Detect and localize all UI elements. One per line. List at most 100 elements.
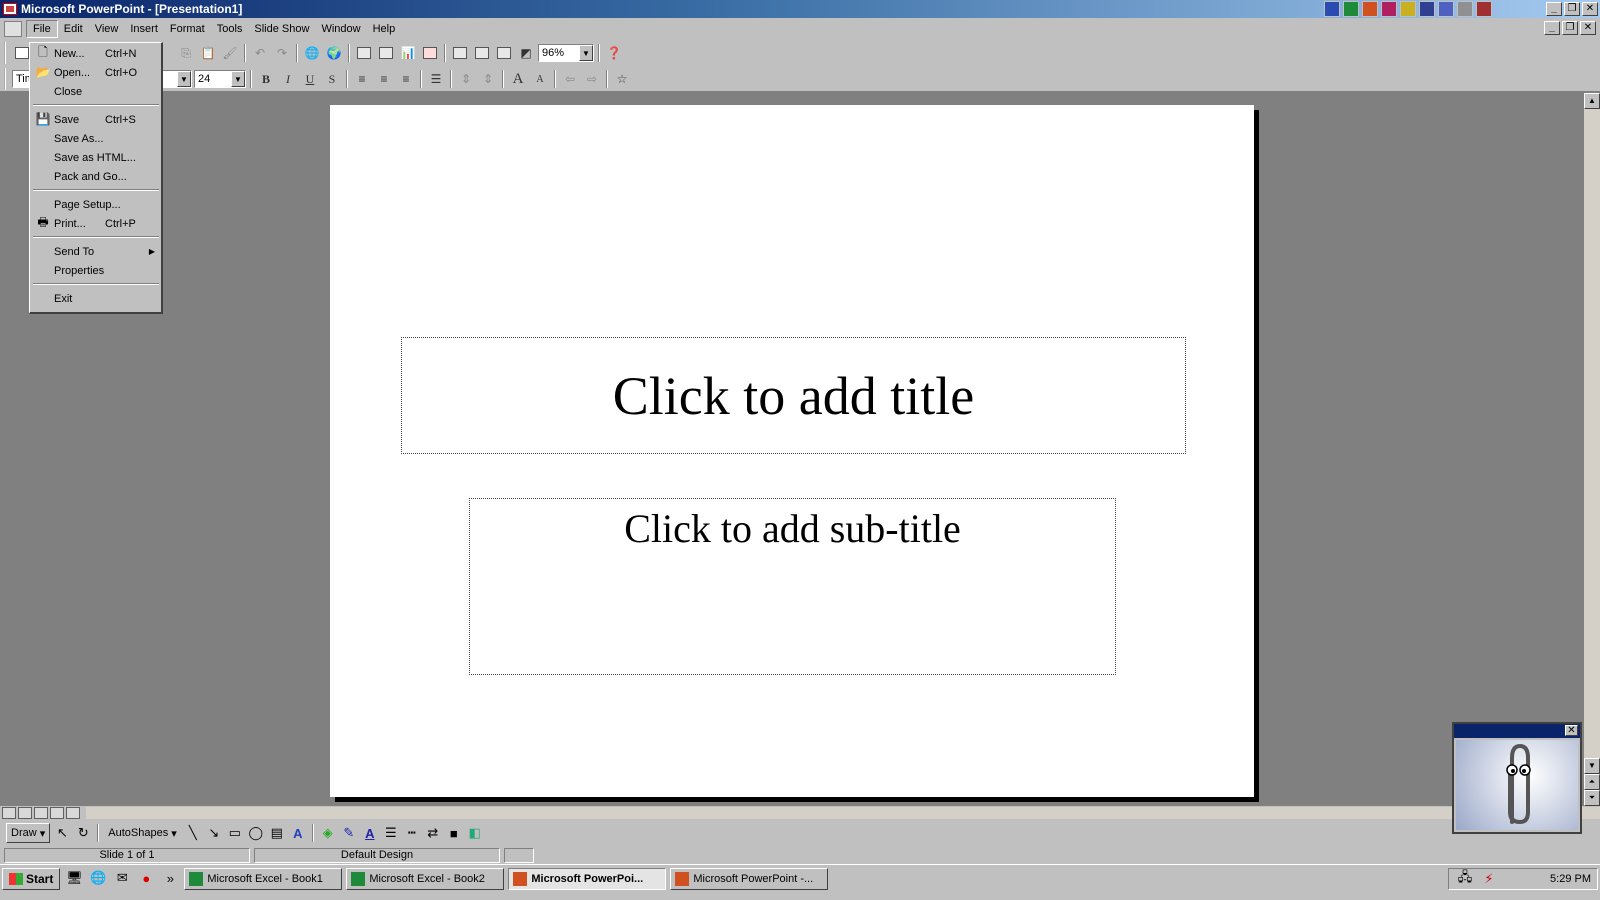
- insert-hyperlink-icon[interactable]: 🌐: [302, 43, 322, 63]
- horizontal-scrollbar[interactable]: [86, 807, 1600, 819]
- line-icon[interactable]: ╲: [184, 824, 202, 842]
- file-menu-send-to[interactable]: Send To ▶: [31, 242, 161, 261]
- decrease-paragraph-spacing-icon[interactable]: ⇕: [478, 69, 498, 89]
- outlook-express-icon[interactable]: ✉: [112, 868, 132, 888]
- decrease-font-size-icon[interactable]: A: [530, 69, 550, 89]
- file-menu-save[interactable]: 💾 Save Ctrl+S: [31, 110, 161, 129]
- opera-icon[interactable]: ●: [136, 868, 156, 888]
- font-color-icon[interactable]: A: [361, 824, 379, 842]
- vertical-scrollbar[interactable]: ▲ ▼ ⏶ ⏷: [1584, 93, 1600, 806]
- autoshapes-menu-button[interactable]: AutoShapes ▾: [104, 823, 181, 843]
- doc-restore-button[interactable]: ❐: [1562, 21, 1578, 35]
- rectangle-icon[interactable]: ▭: [226, 824, 244, 842]
- file-menu-exit[interactable]: Exit: [31, 289, 161, 308]
- tools-icon[interactable]: [1476, 1, 1492, 17]
- increase-font-size-icon[interactable]: A: [508, 69, 528, 89]
- publisher-icon[interactable]: [1438, 1, 1454, 17]
- word-icon[interactable]: [1324, 1, 1340, 17]
- format-painter-icon[interactable]: 🖌: [220, 43, 240, 63]
- network-tray-icon[interactable]: 🖧: [1455, 869, 1475, 889]
- assistant-close-button[interactable]: ✕: [1565, 725, 1578, 736]
- line-style-icon[interactable]: ☰: [382, 824, 400, 842]
- font-size-dropdown-arrow-icon[interactable]: ▼: [231, 71, 245, 87]
- free-rotate-icon[interactable]: ↻: [74, 824, 92, 842]
- menu-format[interactable]: Format: [164, 21, 211, 37]
- file-menu-properties[interactable]: Properties: [31, 261, 161, 280]
- office-assistant[interactable]: ✕: [1452, 722, 1582, 834]
- access-icon[interactable]: [1381, 1, 1397, 17]
- increase-paragraph-spacing-icon[interactable]: ⇕: [456, 69, 476, 89]
- help-icon[interactable]: ❓: [604, 43, 624, 63]
- doc-close-button[interactable]: ✕: [1580, 21, 1596, 35]
- center-icon[interactable]: ≡: [374, 69, 394, 89]
- normal-view-icon[interactable]: [2, 807, 16, 819]
- powerpoint-app-icon[interactable]: [3, 3, 17, 15]
- task-powerpoint-other[interactable]: Microsoft PowerPoint -...: [670, 868, 829, 890]
- powerpoint-icon[interactable]: [1362, 1, 1378, 17]
- file-menu-save-as-html[interactable]: Save as HTML...: [31, 148, 161, 167]
- next-slide-icon[interactable]: ⏷: [1584, 790, 1600, 806]
- align-left-icon[interactable]: ≡: [352, 69, 372, 89]
- slide-show-icon[interactable]: [66, 807, 80, 819]
- menu-tools[interactable]: Tools: [211, 21, 249, 37]
- task-excel-book2[interactable]: Microsoft Excel - Book2: [346, 868, 505, 890]
- outlook-icon[interactable]: [1400, 1, 1416, 17]
- font-name-dropdown-arrow-icon[interactable]: ▼: [177, 71, 191, 87]
- select-objects-icon[interactable]: ↖: [53, 824, 71, 842]
- 3d-icon[interactable]: ◧: [466, 824, 484, 842]
- subtitle-placeholder[interactable]: Click to add sub-title: [469, 498, 1116, 675]
- internet-explorer-icon[interactable]: 🌐: [88, 868, 108, 888]
- scroll-down-icon[interactable]: ▼: [1584, 758, 1600, 774]
- excel-icon[interactable]: [1343, 1, 1359, 17]
- slide-sorter-view-icon[interactable]: [50, 807, 64, 819]
- file-menu-page-setup[interactable]: Page Setup...: [31, 195, 161, 214]
- align-right-icon[interactable]: ≡: [396, 69, 416, 89]
- show-desktop-icon[interactable]: 🖥: [64, 868, 84, 888]
- new-slide-icon[interactable]: [450, 43, 470, 63]
- document-icon[interactable]: [4, 21, 22, 37]
- zoom-dropdown-arrow-icon[interactable]: ▼: [579, 45, 593, 61]
- arrow-style-icon[interactable]: ⇄: [424, 824, 442, 842]
- insert-word-table-icon[interactable]: [354, 43, 374, 63]
- outline-view-icon[interactable]: [18, 807, 32, 819]
- insert-chart-icon[interactable]: 📊: [398, 43, 418, 63]
- zoom-select[interactable]: 96% ▼: [538, 44, 594, 62]
- explorer-icon[interactable]: [1457, 1, 1473, 17]
- previous-slide-icon[interactable]: ⏶: [1584, 774, 1600, 790]
- wordart-icon[interactable]: A: [289, 824, 307, 842]
- file-menu-close[interactable]: Close: [31, 82, 161, 101]
- slide-view-icon[interactable]: [34, 807, 48, 819]
- oval-icon[interactable]: ◯: [247, 824, 265, 842]
- file-menu-print[interactable]: 🖶 Print... Ctrl+P: [31, 214, 161, 233]
- redo-icon[interactable]: ↷: [272, 43, 292, 63]
- doc-minimize-button[interactable]: _: [1544, 21, 1560, 35]
- shadow-icon[interactable]: S: [322, 69, 342, 89]
- more-quicklaunch-icon[interactable]: »: [160, 868, 180, 888]
- file-menu-pack-and-go[interactable]: Pack and Go...: [31, 167, 161, 186]
- task-excel-book1[interactable]: Microsoft Excel - Book1: [184, 868, 343, 890]
- menu-slide-show[interactable]: Slide Show: [248, 21, 315, 37]
- demote-icon[interactable]: ⇨: [582, 69, 602, 89]
- menu-insert[interactable]: Insert: [124, 21, 164, 37]
- insert-clip-art-icon[interactable]: [420, 43, 440, 63]
- undo-icon[interactable]: ↶: [250, 43, 270, 63]
- insert-excel-worksheet-icon[interactable]: [376, 43, 396, 63]
- paste-icon[interactable]: 📋: [198, 43, 218, 63]
- bold-icon[interactable]: B: [256, 69, 276, 89]
- scroll-up-icon[interactable]: ▲: [1584, 93, 1600, 109]
- antivirus-tray-icon[interactable]: ⚡: [1479, 869, 1499, 889]
- shadow-icon[interactable]: ■: [445, 824, 463, 842]
- font-size-select[interactable]: 24 ▼: [194, 70, 246, 88]
- restore-button[interactable]: ❐: [1564, 2, 1580, 16]
- text-box-icon[interactable]: ▤: [268, 824, 286, 842]
- draw-menu-button[interactable]: Draw ▾: [6, 823, 51, 843]
- promote-icon[interactable]: ⇦: [560, 69, 580, 89]
- menu-file[interactable]: File: [26, 20, 58, 38]
- clock[interactable]: 5:29 PM: [1550, 873, 1591, 885]
- close-button[interactable]: ✕: [1582, 2, 1598, 16]
- black-and-white-view-icon[interactable]: ◩: [516, 43, 536, 63]
- menu-view[interactable]: View: [89, 21, 125, 37]
- copy-icon[interactable]: ⎘: [176, 43, 196, 63]
- file-menu-save-as[interactable]: Save As...: [31, 129, 161, 148]
- menu-window[interactable]: Window: [315, 21, 366, 37]
